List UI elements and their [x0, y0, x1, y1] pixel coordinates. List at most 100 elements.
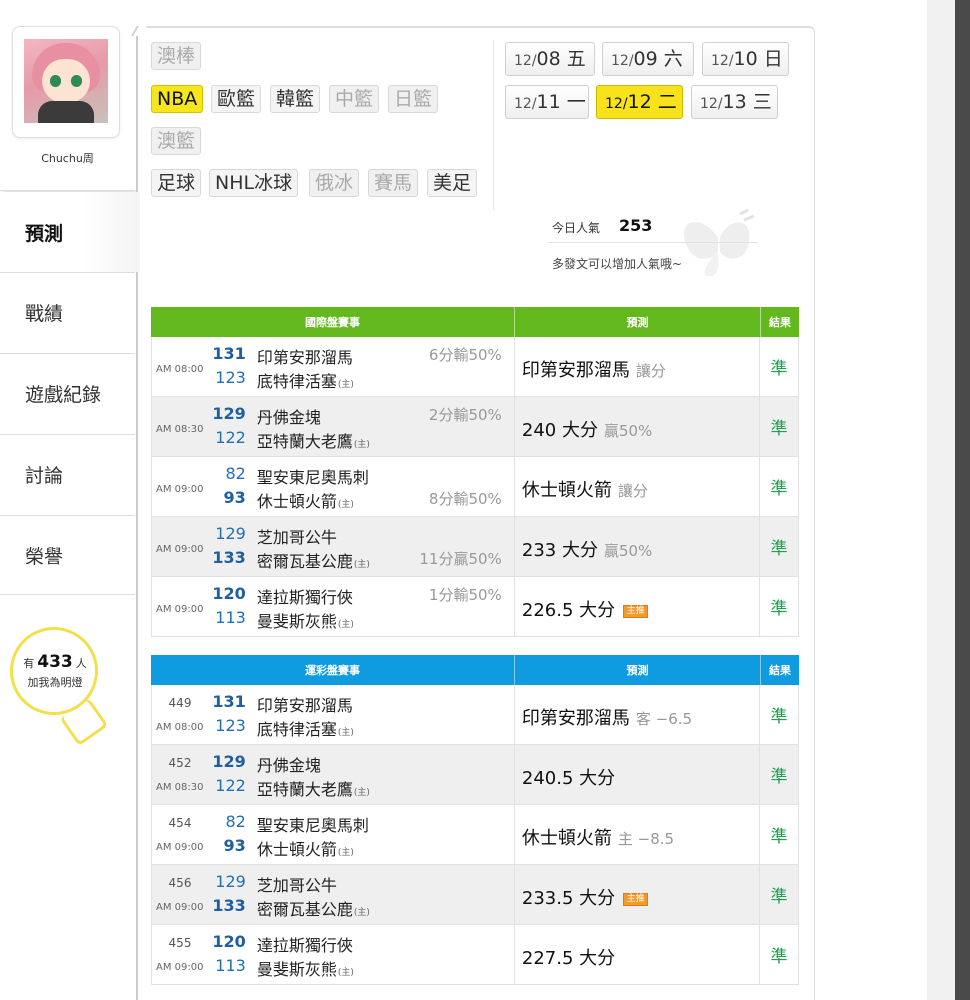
- date-button-selected[interactable]: 12/12 二: [596, 85, 683, 119]
- popularity-divider: [548, 242, 758, 243]
- table-row[interactable]: AM 09:00 82 聖安東尼奧馬刺 93 休士頓火箭(主) 8分輸50% 休士頓火箭 讓分…: [151, 457, 799, 517]
- sport-tag[interactable]: 足球: [151, 169, 202, 197]
- date-button[interactable]: 12/08 五: [505, 42, 595, 76]
- table-row[interactable]: 449 AM 08:00 131 印第安那溜馬 123 底特律活塞(主) 印第安那溜馬客 −…: [151, 685, 799, 745]
- team-name[interactable]: 聖安東尼奧馬刺: [257, 464, 369, 488]
- game-time-cell: AM 09:00: [152, 577, 212, 636]
- team-name[interactable]: 達拉斯獨行俠: [257, 584, 353, 608]
- prediction-cell: 227.5 大分: [515, 925, 761, 984]
- game-cell[interactable]: 131 印第安那溜馬 123 底特律活塞(主): [212, 685, 515, 744]
- sport-tag[interactable]: 賽馬: [368, 169, 419, 197]
- nav-item-predict[interactable]: 預測: [0, 192, 140, 272]
- game-cell[interactable]: 129 芝加哥公牛 133 密爾瓦基公鹿(主): [212, 865, 515, 924]
- avatar-frame[interactable]: [12, 26, 120, 138]
- game-time: AM 08:00: [156, 364, 204, 375]
- username[interactable]: Chuchu周: [0, 150, 135, 166]
- team-name[interactable]: 底特律活塞(主): [257, 716, 354, 740]
- handicap-odds: 8分輸50%: [428, 490, 502, 508]
- header-games: 運彩盤賽事: [151, 655, 515, 685]
- game-cell[interactable]: 120 達拉斯獨行俠 113 曼斐斯灰熊(主): [212, 925, 515, 984]
- sport-tag[interactable]: NHL冰球: [209, 169, 299, 197]
- team-name[interactable]: 聖安東尼奧馬刺: [257, 812, 369, 836]
- team-name[interactable]: 丹佛金塊: [257, 752, 321, 776]
- game-time-cell: AM 08:00: [152, 337, 212, 396]
- game-cell[interactable]: 129 芝加哥公牛 133 密爾瓦基公鹿(主) 11分贏50%: [212, 517, 515, 576]
- prediction-detail: 讓分: [635, 362, 666, 380]
- game-time: AM 09:00: [156, 484, 204, 495]
- result-mark: 準: [770, 599, 788, 619]
- date-button[interactable]: 12/09 六: [602, 42, 694, 76]
- table-row[interactable]: 455 AM 09:00 120 達拉斯獨行俠 113 曼斐斯灰熊(主) 227.5 大分 準: [151, 925, 799, 985]
- home-mark: (主): [337, 500, 354, 510]
- avatar[interactable]: [24, 39, 108, 123]
- sport-tag[interactable]: 日籃: [388, 85, 439, 113]
- team-name[interactable]: 休士頓火箭(主): [257, 836, 354, 860]
- fan-lightbulb[interactable]: 有 433 人 加我為明燈: [10, 627, 109, 747]
- sport-tag[interactable]: 澳棒: [151, 42, 202, 70]
- team-name[interactable]: 印第安那溜馬: [257, 344, 353, 368]
- avatar-eye: [50, 75, 61, 87]
- table-row[interactable]: 454 AM 09:00 82 聖安東尼奧馬刺 93 休士頓火箭(主) 休士頓火箭主 −8.…: [151, 805, 799, 865]
- nav-item-game-log[interactable]: 遊戲紀錄: [0, 353, 135, 433]
- team-name[interactable]: 亞特蘭大老鷹(主): [257, 428, 370, 452]
- team-name[interactable]: 芝加哥公牛: [257, 872, 337, 896]
- result-mark: 準: [770, 539, 788, 559]
- table-row[interactable]: 456 AM 09:00 129 芝加哥公牛 133 密爾瓦基公鹿(主) 233.5 大分主…: [151, 865, 799, 925]
- team-name[interactable]: 亞特蘭大老鷹(主): [257, 776, 370, 800]
- team-number: 133: [212, 548, 246, 567]
- date-button[interactable]: 12/13 三: [691, 85, 778, 119]
- table-row[interactable]: AM 08:30 129 丹佛金塊 2分輸50% 122 亞特蘭大老鷹(主) 240 大分贏…: [151, 397, 799, 457]
- team-name[interactable]: 達拉斯獨行俠: [257, 932, 353, 956]
- team-name[interactable]: 曼斐斯灰熊(主): [257, 608, 354, 632]
- table-row[interactable]: AM 09:00 120 達拉斯獨行俠 1分輸50% 113 曼斐斯灰熊(主) 226.5 …: [151, 577, 799, 637]
- team-line: 133 密爾瓦基公鹿(主) 11分贏50%: [212, 548, 516, 572]
- team-name[interactable]: 密爾瓦基公鹿(主): [257, 896, 370, 920]
- sport-tag-selected[interactable]: NBA: [151, 85, 204, 113]
- team-name-text: 聖安東尼奧馬刺: [256, 816, 369, 835]
- nav-item-record[interactable]: 戰績: [0, 272, 135, 352]
- sport-tag[interactable]: 韓籃: [270, 85, 321, 113]
- game-cell[interactable]: 82 聖安東尼奧馬刺 93 休士頓火箭(主) 8分輸50%: [212, 457, 515, 516]
- game-cell[interactable]: 120 達拉斯獨行俠 1分輸50% 113 曼斐斯灰熊(主): [212, 577, 515, 636]
- prediction-pick: 240.5 大分: [521, 768, 616, 789]
- sport-tag[interactable]: 美足: [427, 169, 478, 197]
- home-mark: (主): [353, 788, 370, 798]
- team-name-text: 底特律活塞: [256, 720, 337, 739]
- avatar-eye: [71, 75, 82, 87]
- home-mark: (主): [337, 968, 354, 978]
- game-time: AM 08:30: [156, 782, 204, 793]
- team-name[interactable]: 休士頓火箭(主): [257, 488, 354, 512]
- sport-tag[interactable]: 俄冰: [309, 169, 360, 197]
- team-name[interactable]: 底特律活塞(主): [257, 368, 354, 392]
- game-time-cell: 456 AM 09:00: [152, 865, 212, 924]
- home-mark: (主): [353, 908, 370, 918]
- table-row[interactable]: AM 08:00 131 印第安那溜馬 6分輸50% 123 底特律活塞(主) 印第安那溜馬…: [151, 337, 799, 397]
- game-cell[interactable]: 129 丹佛金塊 122 亞特蘭大老鷹(主): [212, 745, 515, 804]
- sport-tag[interactable]: 澳籃: [151, 127, 202, 155]
- date-button[interactable]: 12/10 日: [702, 42, 789, 76]
- game-cell[interactable]: 129 丹佛金塊 2分輸50% 122 亞特蘭大老鷹(主): [212, 397, 515, 456]
- team-name[interactable]: 印第安那溜馬: [257, 692, 353, 716]
- game-cell[interactable]: 131 印第安那溜馬 6分輸50% 123 底特律活塞(主): [212, 337, 515, 396]
- sport-tag[interactable]: 中籃: [329, 85, 380, 113]
- team-name[interactable]: 密爾瓦基公鹿(主): [257, 548, 370, 572]
- prediction: 233.5 大分 主推: [522, 884, 649, 910]
- team-name[interactable]: 丹佛金塊: [257, 404, 321, 428]
- date-button[interactable]: 12/11 一: [505, 85, 589, 119]
- table-row[interactable]: AM 09:00 129 芝加哥公牛 133 密爾瓦基公鹿(主) 11分贏50% 233 大…: [151, 517, 799, 577]
- table-row[interactable]: 452 AM 08:30 129 丹佛金塊 122 亞特蘭大老鷹(主) 240.5 大分 準: [151, 745, 799, 805]
- prediction-cell: 印第安那溜馬客 −6.5: [515, 685, 761, 744]
- nav-item-discussion[interactable]: 討論: [0, 434, 135, 514]
- sport-tag[interactable]: 歐籃: [211, 85, 262, 113]
- game-cell[interactable]: 82 聖安東尼奧馬刺 93 休士頓火箭(主): [212, 805, 515, 864]
- game-time: AM 09:00: [156, 962, 204, 973]
- nav-item-honor[interactable]: 榮譽: [0, 515, 135, 595]
- team-line: 122 亞特蘭大老鷹(主): [212, 776, 516, 800]
- team-name[interactable]: 曼斐斯灰熊(主): [257, 956, 354, 980]
- home-mark: (主): [353, 560, 370, 570]
- prediction-cell: 240.5 大分: [515, 745, 761, 804]
- window-scrollbar[interactable]: [955, 0, 970, 1000]
- avatar-body: [38, 101, 94, 123]
- team-number: 129: [212, 404, 246, 423]
- team-name[interactable]: 芝加哥公牛: [257, 524, 337, 548]
